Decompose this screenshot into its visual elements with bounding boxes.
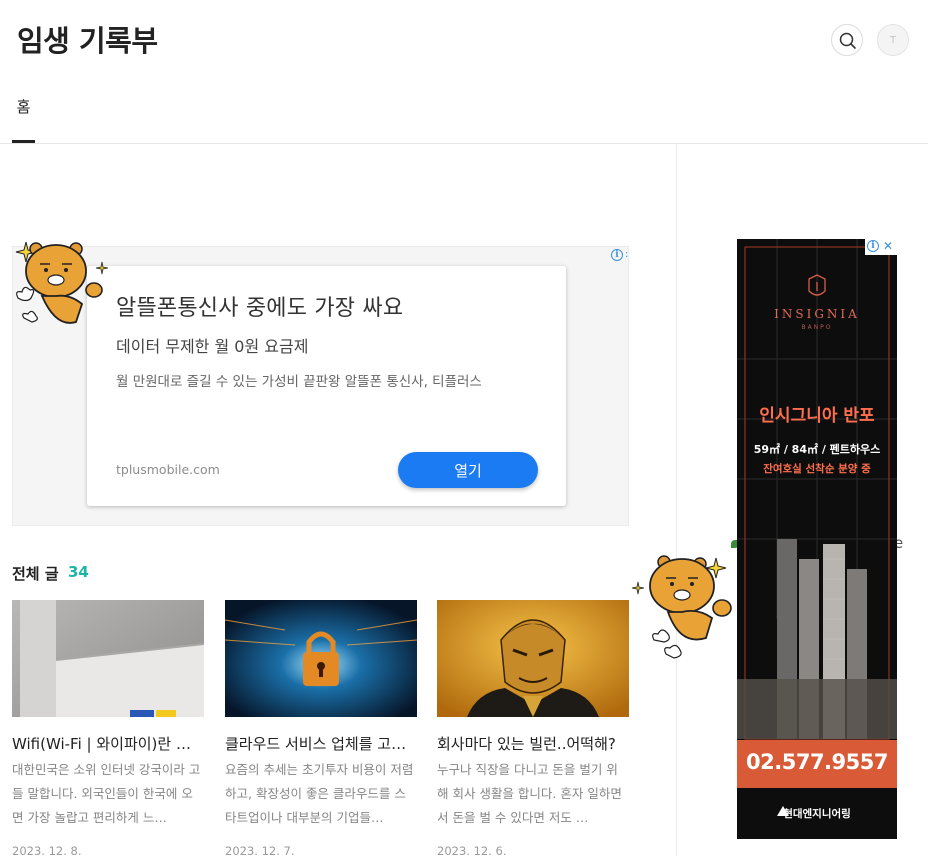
sidebar-divider xyxy=(676,144,677,856)
post-summary[interactable]: 대한민국은 소위 인터넷 강국이라 고들 말합니다. 외국인들이 한국에 오면 … xyxy=(12,758,204,830)
post-date: 2023. 12. 8. xyxy=(12,844,82,856)
posts-section-label: 전체 글 xyxy=(12,565,59,583)
side-ad-company: 현대엔지니어링 xyxy=(783,808,851,820)
posts-count: 34 xyxy=(68,563,89,581)
ad-url[interactable]: tplusmobile.com xyxy=(116,462,220,477)
side-ad-brand: INSIGNIA xyxy=(774,307,860,321)
ad-open-button[interactable]: 열기 xyxy=(398,452,538,488)
side-ad-brand-sub: BANPO xyxy=(801,324,833,331)
tab-home[interactable]: 홈 xyxy=(12,96,35,144)
post-thumbnail[interactable] xyxy=(225,600,417,717)
ad-description[interactable]: 월 만원대로 즐길 수 있는 가성비 끝판왕 알뜰폰 통신사, 티플러스 xyxy=(116,370,482,390)
side-ad-close-icon[interactable]: ✕ xyxy=(883,239,893,253)
post-thumbnail[interactable] xyxy=(437,600,629,717)
post-card[interactable]: 클라우드 서비스 업체를 고르는 법 요즘의 추세는 초기투자 비용이 저렴하고… xyxy=(225,600,417,856)
post-date: 2023. 12. 7. xyxy=(225,844,295,856)
search-icon xyxy=(839,32,856,49)
side-ad-name: 인시그니아 반포 xyxy=(759,406,875,426)
post-summary[interactable]: 누구나 직장을 다니고 돈을 벌기 위해 회사 생활을 합니다. 혼자 일하면서… xyxy=(437,758,629,830)
side-ad-status: 잔여호실 선착순 분양 중 xyxy=(763,463,871,475)
ryan-sticker-icon xyxy=(631,555,732,659)
search-button[interactable] xyxy=(831,24,863,56)
ad-close-icon[interactable]: : xyxy=(625,249,628,260)
post-card[interactable]: 회사마다 있는 빌런..어떡해? 누구나 직장을 다니고 돈을 벌기 위해 회사… xyxy=(437,600,629,856)
side-ad-phone[interactable]: 02.577.9557 xyxy=(737,750,897,774)
post-title[interactable]: Wifi(Wi-Fi | 와이파이)란 무엇인가 xyxy=(12,733,204,754)
post-thumbnail[interactable] xyxy=(12,600,204,717)
avatar-initial: T xyxy=(889,34,897,46)
ad-info-icon[interactable]: i xyxy=(611,249,623,261)
ad-headline[interactable]: 알뜰폰통신사 중에도 가장 싸요 xyxy=(116,290,403,322)
post-date: 2023. 12. 6. xyxy=(437,844,507,856)
blog-header: 임생 기록부 T 홈 xyxy=(0,0,928,144)
user-avatar-button[interactable]: T xyxy=(877,24,909,56)
tab-home-underline xyxy=(12,140,35,143)
post-title[interactable]: 클라우드 서비스 업체를 고르는 법 xyxy=(225,733,417,754)
ad-subhead[interactable]: 데이터 무제한 월 0원 요금제 xyxy=(116,333,308,357)
post-summary[interactable]: 요즘의 추세는 초기투자 비용이 저렴하고, 확장성이 좋은 클라우드를 스타트… xyxy=(225,758,417,830)
post-title[interactable]: 회사마다 있는 빌런..어떡해? xyxy=(437,733,629,754)
side-ad-size: 59㎡ / 84㎡ / 펜트하우스 xyxy=(753,443,881,456)
post-card[interactable]: Wifi(Wi-Fi | 와이파이)란 무엇인가 대한민국은 소위 인터넷 강국… xyxy=(12,600,204,856)
blog-title[interactable]: 임생 기록부 xyxy=(17,18,158,60)
ryan-sticker-icon xyxy=(15,241,109,324)
side-ad-info-icon[interactable]: i xyxy=(867,240,879,252)
